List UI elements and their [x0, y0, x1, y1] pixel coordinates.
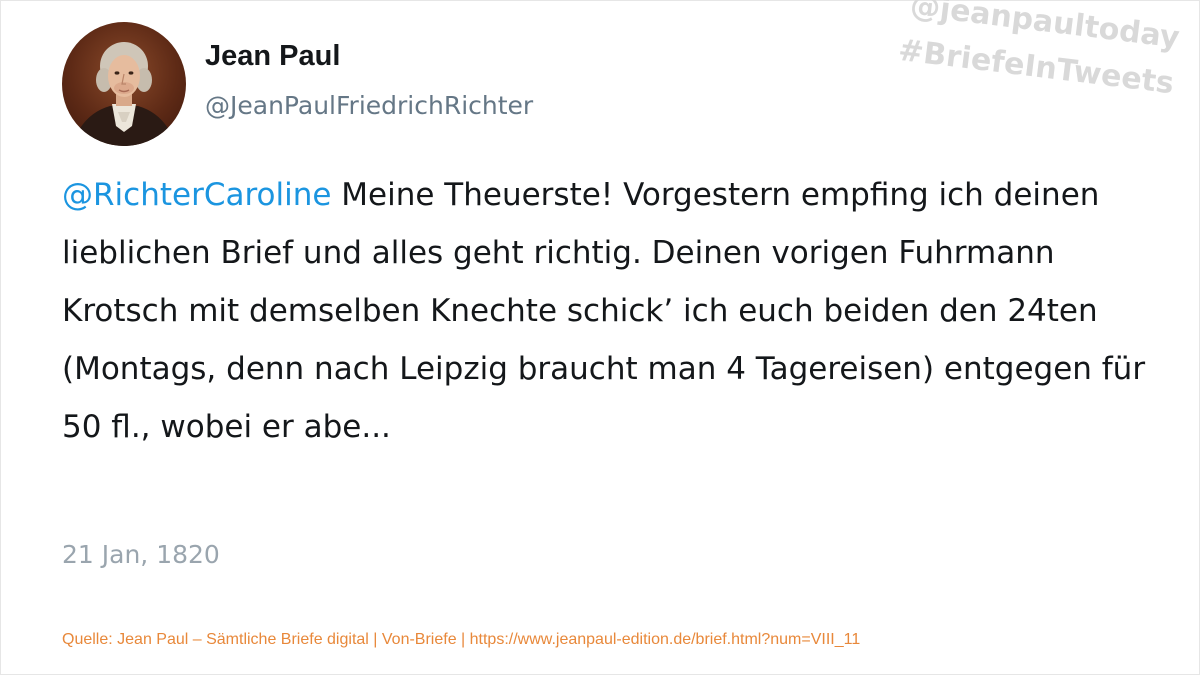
- source-citation: Quelle: Jean Paul – Sämtliche Briefe dig…: [62, 631, 861, 648]
- tweet-text: @RichterCaroline Meine Theuerste! Vorges…: [62, 166, 1172, 456]
- portrait-avatar[interactable]: [62, 22, 186, 146]
- portrait-avatar-icon: [72, 42, 176, 146]
- display-name[interactable]: Jean Paul: [205, 40, 340, 73]
- tweet-body: Meine Theuerste! Vorgestern empfing ich …: [62, 177, 1146, 445]
- tweet-date[interactable]: 21 Jan, 1820: [62, 540, 220, 569]
- mention-link[interactable]: @RichterCaroline: [62, 177, 331, 213]
- user-handle[interactable]: @JeanPaulFriedrichRichter: [205, 91, 533, 120]
